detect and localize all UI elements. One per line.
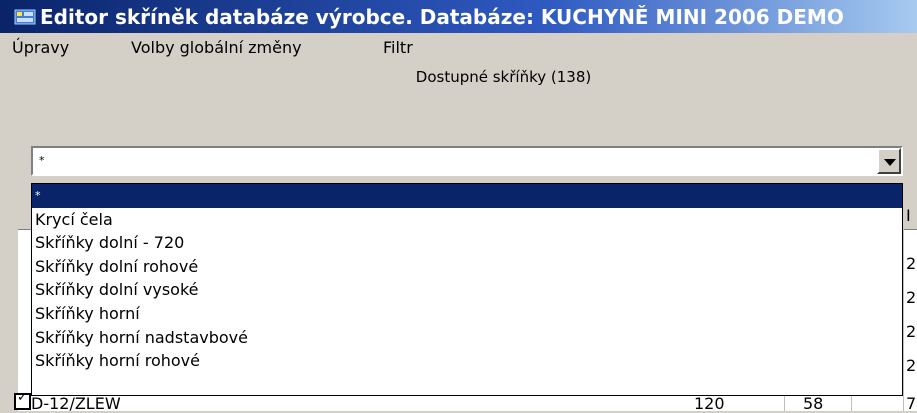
app-icon (14, 7, 36, 27)
grid-cell: 58 (803, 394, 824, 413)
dropdown-option[interactable]: Skříňky dolní - 720 (32, 231, 902, 255)
dropdown-option[interactable]: Skříňky dolní rohové (32, 255, 902, 279)
grid-cell: 2 (906, 322, 917, 341)
category-filter-combobox[interactable]: * (31, 146, 903, 176)
combobox-value: * (39, 154, 45, 167)
grid-cell: 2 (906, 288, 917, 307)
dropdown-arrow-icon[interactable] (877, 148, 901, 174)
grid-cell-name: D-12/ZLEW (31, 394, 121, 413)
dropdown-option[interactable]: Krycí čela (32, 208, 902, 232)
grid-column-divider (903, 229, 904, 411)
grid-cell: 72 (906, 394, 917, 413)
grid-cell: 120 (694, 394, 725, 413)
menu-upravy[interactable]: Úpravy (12, 38, 69, 57)
dropdown-option[interactable]: Skříňky horní nadstavbové (32, 326, 902, 350)
available-cabinets-caption: Dostupné skříňky (138) (415, 68, 592, 86)
category-dropdown-list: * Krycí čela Skříňky dolní - 720 Skříňky… (31, 183, 903, 396)
window-title: Editor skříněk databáze výrobce. Databáz… (40, 4, 844, 29)
partial-column-header: I (906, 206, 911, 225)
title-bar: Editor skříněk databáze výrobce. Databáz… (0, 0, 917, 33)
row-checkbox[interactable] (14, 390, 31, 410)
menu-filtr[interactable]: Filtr (383, 38, 413, 57)
dropdown-option-all[interactable]: * (32, 184, 902, 208)
dropdown-option[interactable]: Skříňky horní (32, 302, 902, 326)
grid-cell: 2 (906, 254, 917, 273)
dropdown-option[interactable]: Skříňky dolní vysoké (32, 278, 902, 302)
menu-bar: Úpravy Volby globální změny Filtr (0, 33, 917, 63)
grid-cell: 2 (906, 356, 917, 375)
menu-volby-globalni-zmeny[interactable]: Volby globální změny (131, 38, 302, 57)
dropdown-option[interactable]: Skříňky horní rohové (32, 349, 902, 373)
